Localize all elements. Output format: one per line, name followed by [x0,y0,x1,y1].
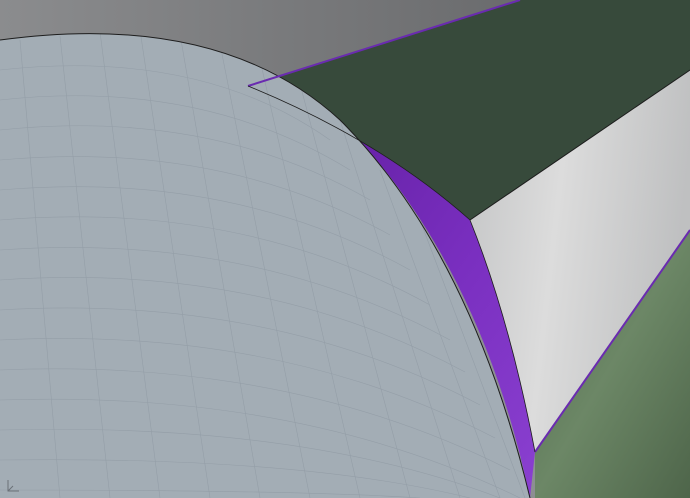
axis-triad-icon[interactable] [4,478,22,494]
model-scene[interactable] [0,0,690,498]
3d-viewport[interactable] [0,0,690,498]
